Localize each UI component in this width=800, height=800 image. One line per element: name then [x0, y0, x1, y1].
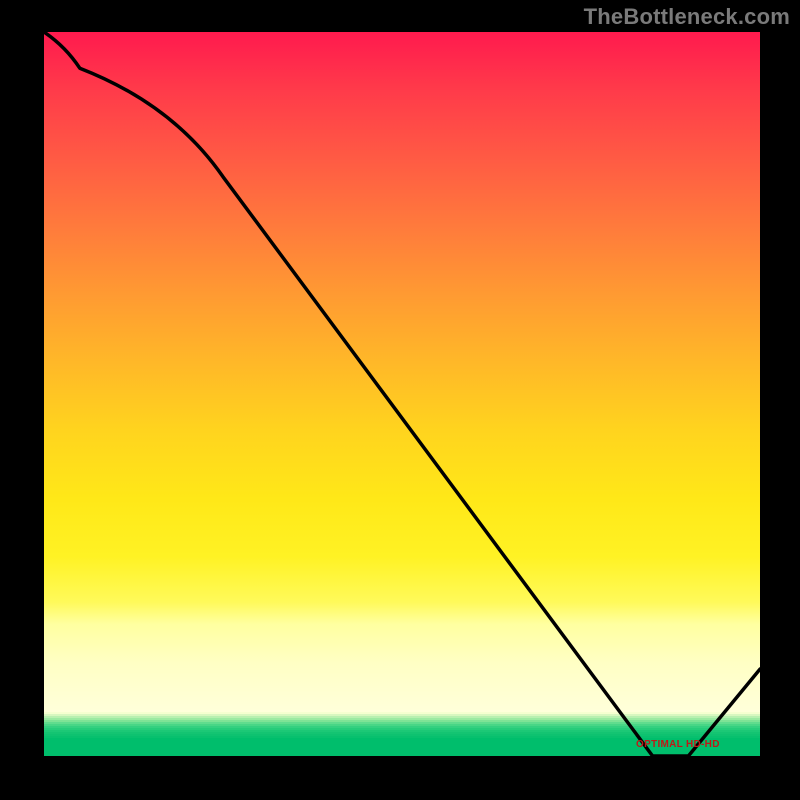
curve-path: [44, 32, 760, 756]
chart-frame: TheBottleneck.com OPTIMAL HD-HD: [0, 0, 800, 800]
bottleneck-curve: [44, 32, 760, 756]
watermark-text: TheBottleneck.com: [584, 4, 790, 30]
plot-area: OPTIMAL HD-HD: [40, 32, 760, 760]
